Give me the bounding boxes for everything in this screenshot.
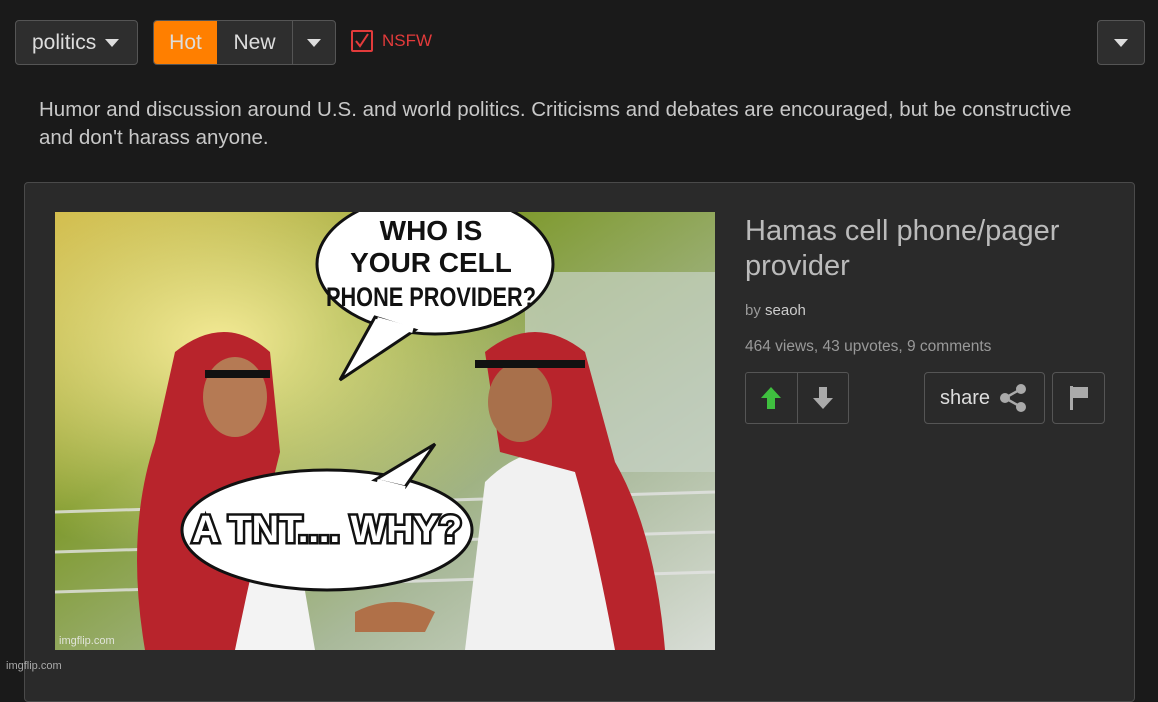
page-watermark: imgflip.com — [6, 660, 62, 672]
chevron-down-icon — [105, 38, 120, 47]
chevron-down-icon — [1114, 38, 1128, 47]
post-author-link[interactable]: seaoh — [765, 302, 806, 319]
meme-top-caption-line-2: YOUR CELL — [350, 247, 512, 278]
flag-icon — [1069, 386, 1088, 410]
nsfw-checkbox[interactable]: NSFW — [351, 30, 432, 52]
chevron-down-icon — [307, 38, 321, 47]
upvote-button[interactable] — [746, 373, 798, 423]
downvote-button[interactable] — [798, 373, 849, 423]
sort-hot-button[interactable]: Hot — [154, 21, 217, 64]
sort-more-dropdown[interactable] — [293, 21, 335, 64]
meme-top-caption-line-3: PHONE PROVIDER? — [326, 282, 536, 312]
sort-toggle-group: Hot New — [153, 20, 336, 65]
sort-new-button[interactable]: New — [217, 21, 293, 64]
stream-select[interactable]: politics — [15, 20, 138, 65]
post-title[interactable]: Hamas cell phone/pager provider — [745, 214, 1115, 284]
share-label: share — [940, 386, 991, 409]
stream-description: Humor and discussion around U.S. and wor… — [39, 98, 1072, 149]
vote-buttons — [745, 372, 849, 424]
post-byline: by seaoh — [745, 302, 806, 319]
downvote-arrow-icon — [812, 387, 833, 409]
checkmark-icon — [351, 30, 373, 52]
post-image[interactable]: WHO IS YOUR CELL PHONE PROVIDER? A TNT..… — [55, 212, 715, 650]
image-watermark: imgflip.com — [59, 635, 115, 647]
flag-button[interactable] — [1052, 372, 1105, 424]
upvote-arrow-icon — [761, 387, 782, 409]
share-icon — [1000, 384, 1027, 412]
meme-bottom-caption: A TNT.... WHY? — [192, 509, 462, 551]
share-button[interactable]: share — [924, 372, 1045, 424]
options-dropdown-button[interactable] — [1097, 20, 1145, 65]
post-stats: 464 views, 43 upvotes, 9 comments — [745, 338, 992, 355]
meme-top-caption-line-1: WHO IS — [380, 215, 483, 246]
stream-select-label: politics — [32, 30, 97, 54]
nsfw-label: NSFW — [382, 31, 433, 50]
byline-prefix: by — [745, 302, 761, 319]
